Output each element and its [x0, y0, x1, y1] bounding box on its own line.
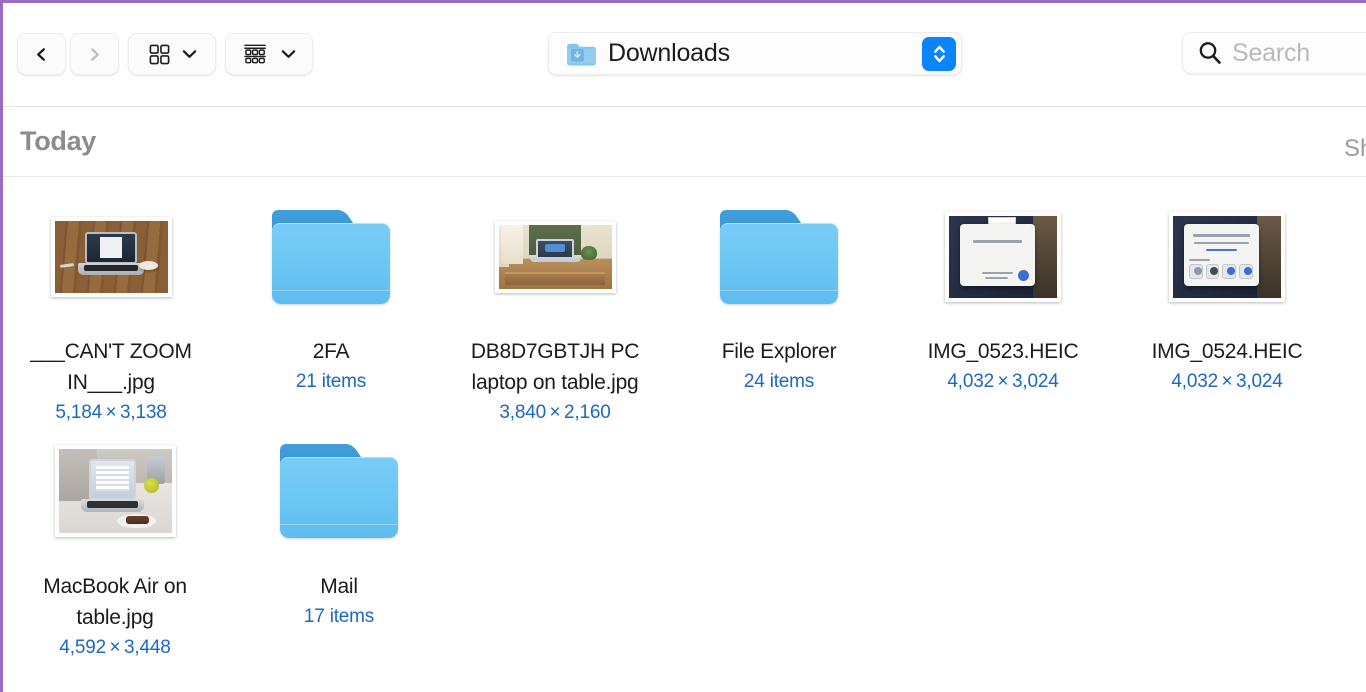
group-header-today: Today Sh: [3, 107, 1366, 177]
file-thumbnail: [280, 434, 398, 549]
folder-icon: [720, 209, 838, 304]
photo-thumbnail-icon: [494, 220, 616, 293]
file-name: IMG_0524.HEIC: [1151, 340, 1303, 363]
chevron-right-icon: [91, 47, 99, 61]
chevron-down-icon: [182, 50, 196, 58]
file-thumbnail: [54, 434, 176, 549]
photo-thumbnail-icon: [50, 216, 172, 297]
file-meta: 3,840 × 2,160: [499, 402, 611, 424]
file-meta: 21 items: [295, 371, 367, 393]
file-name: ___CAN'T ZOOM IN___.jpg: [30, 340, 192, 395]
back-button[interactable]: [17, 33, 66, 75]
group-title: Today: [20, 126, 97, 156]
navigation-buttons: [17, 33, 119, 75]
file-name: Mail: [320, 574, 358, 598]
file-item[interactable]: ___CAN'T ZOOM IN___.jpg 5,184 × 3,138: [3, 199, 219, 428]
view-mode-button[interactable]: [128, 33, 216, 75]
file-item[interactable]: Mail 17 items: [227, 434, 451, 663]
search-placeholder: Search: [1232, 38, 1311, 67]
photo-thumbnail-icon: [54, 445, 176, 538]
file-meta: 4,032 × 3,024: [947, 371, 1059, 393]
group-rows-icon: [243, 44, 266, 64]
file-name: 2FA: [312, 340, 350, 363]
file-grid: ___CAN'T ZOOM IN___.jpg 5,184 × 3,138 2FA 2…: [3, 177, 1366, 668]
file-item[interactable]: IMG_0524.HEIC 4,032 × 3,024: [1115, 199, 1339, 428]
file-thumbnail: [494, 199, 616, 314]
group-show-all-link[interactable]: Sh: [1344, 135, 1366, 163]
photo-thumbnail-icon: [945, 211, 1061, 302]
folder-icon: [272, 209, 390, 304]
group-by-button[interactable]: [225, 33, 313, 75]
file-item[interactable]: MacBook Air on table.jpg 4,592 × 3,448: [3, 434, 227, 663]
photo-thumbnail-icon: [1169, 211, 1285, 302]
file-thumbnail: [1169, 199, 1285, 314]
toolbar-left-controls: [17, 33, 313, 75]
file-meta: 4,592 × 3,448: [59, 636, 171, 658]
file-item[interactable]: File Explorer 24 items: [667, 199, 891, 428]
file-name: MacBook Air on table.jpg: [43, 574, 187, 629]
up-down-chevrons-icon: [933, 45, 945, 63]
file-name: IMG_0523.HEIC: [927, 340, 1079, 363]
forward-button[interactable]: [70, 33, 119, 75]
path-popup-button[interactable]: Downloads: [548, 32, 962, 75]
file-meta: 5,184 × 3,138: [55, 402, 167, 424]
search-field[interactable]: Search: [1182, 32, 1366, 74]
file-name: DB8D7GBTJH PC laptop on table.jpg: [470, 340, 640, 395]
file-thumbnail: [272, 199, 390, 314]
file-meta: 17 items: [303, 605, 375, 627]
file-meta: 24 items: [743, 371, 815, 393]
file-meta: 4,032 × 3,024: [1171, 371, 1283, 393]
file-thumbnail: [945, 199, 1061, 314]
path-stepper-button[interactable]: [922, 37, 956, 71]
file-item[interactable]: IMG_0523.HEIC 4,032 × 3,024: [891, 199, 1115, 428]
folder-icon: [280, 444, 398, 539]
file-item[interactable]: DB8D7GBTJH PC laptop on table.jpg 3,840 ×…: [443, 199, 667, 428]
file-name: File Explorer: [721, 340, 837, 363]
downloads-folder-icon: [567, 43, 596, 66]
search-icon: [1199, 42, 1221, 64]
chevron-down-icon: [281, 50, 295, 58]
grid-view-icon: [149, 44, 169, 64]
file-thumbnail: [50, 199, 172, 314]
toolbar: Downloads Search: [3, 3, 1366, 107]
file-thumbnail: [720, 199, 838, 314]
finder-window: Downloads Search Today Sh ___CAN'T ZOOM …: [0, 0, 1366, 692]
path-label: Downloads: [608, 39, 730, 67]
file-item[interactable]: 2FA 21 items: [219, 199, 443, 428]
chevron-left-icon: [37, 47, 45, 61]
